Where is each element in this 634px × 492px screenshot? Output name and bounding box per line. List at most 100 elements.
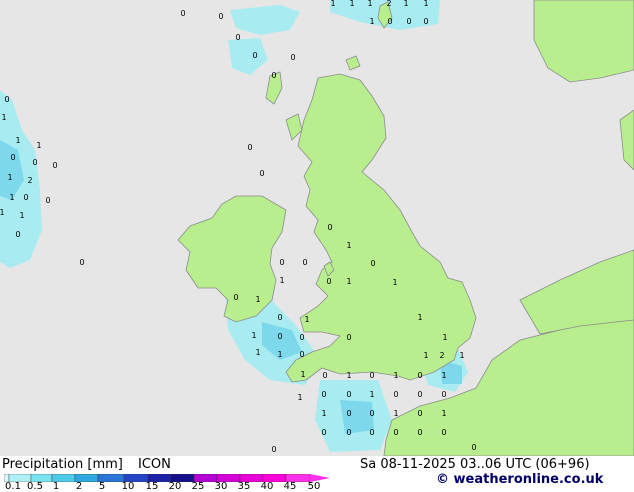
station-value: 1 bbox=[459, 351, 464, 360]
station-value: 1 bbox=[300, 370, 305, 379]
station-value: 0 bbox=[277, 313, 282, 322]
station-value: 0 bbox=[247, 143, 252, 152]
station-value: 1 bbox=[330, 0, 335, 8]
station-value: 1 bbox=[297, 393, 302, 402]
legend-tick-label: 0.1 bbox=[5, 481, 21, 492]
station-value: 0 bbox=[441, 428, 446, 437]
station-value: 1 bbox=[442, 333, 447, 342]
station-value: 0 bbox=[321, 428, 326, 437]
station-value: 0 bbox=[346, 390, 351, 399]
station-value: 0 bbox=[4, 95, 9, 104]
station-value: 0 bbox=[417, 371, 422, 380]
station-value: 0 bbox=[326, 277, 331, 286]
station-value: 1 bbox=[423, 0, 428, 8]
station-value: 1 bbox=[346, 241, 351, 250]
precipitation-label: Precipitation [mm] bbox=[2, 457, 123, 472]
station-value: 1 bbox=[36, 141, 41, 150]
station-value: 0 bbox=[218, 12, 223, 21]
station-value: 0 bbox=[393, 390, 398, 399]
legend-tick-label: 15 bbox=[145, 481, 159, 492]
station-value: 0 bbox=[252, 51, 257, 60]
station-value: 0 bbox=[233, 293, 238, 302]
station-value: 1 bbox=[255, 348, 260, 357]
station-value: 2 bbox=[27, 176, 32, 185]
station-value: 0 bbox=[277, 332, 282, 341]
station-value: 1 bbox=[393, 371, 398, 380]
station-value: 0 bbox=[423, 17, 428, 26]
legend-tick-label: 40 bbox=[260, 481, 274, 492]
station-value: 0 bbox=[23, 193, 28, 202]
station-value: 1 bbox=[349, 0, 354, 8]
station-value: 1 bbox=[369, 17, 374, 26]
station-value: 0 bbox=[327, 223, 332, 232]
station-value: 0 bbox=[321, 390, 326, 399]
station-value: 0 bbox=[180, 9, 185, 18]
station-value: 0 bbox=[370, 259, 375, 268]
station-value: 0 bbox=[346, 428, 351, 437]
station-value: 1 bbox=[304, 315, 309, 324]
station-value: 0 bbox=[271, 71, 276, 80]
station-value: 1 bbox=[19, 211, 24, 220]
station-value: 1 bbox=[441, 409, 446, 418]
station-value: 0 bbox=[79, 258, 84, 267]
station-value: 0 bbox=[279, 258, 284, 267]
station-value: 1 bbox=[251, 331, 256, 340]
legend-tick-label: 45 bbox=[283, 481, 297, 492]
station-value: 1 bbox=[279, 276, 284, 285]
station-value: 0 bbox=[369, 428, 374, 437]
station-value: 2 bbox=[439, 351, 444, 360]
station-value: 1 bbox=[441, 371, 446, 380]
precipitation-map: 1 1 1 2 1 1 0 0 1 0 0 0 0 0 0 0 0 1 1 1 0 0 0 1 2 1 0 0 1 1 0 0 1 0 0 0 0 1 0 1… bbox=[0, 0, 634, 457]
credit-link[interactable]: © weatheronline.co.uk bbox=[436, 472, 603, 487]
station-value: 0 bbox=[45, 196, 50, 205]
station-value: 1 bbox=[1, 113, 6, 122]
station-value: 1 bbox=[0, 208, 5, 217]
station-value: 0 bbox=[387, 17, 392, 26]
station-value: 0 bbox=[346, 409, 351, 418]
station-value: 1 bbox=[417, 313, 422, 322]
station-value: 0 bbox=[393, 428, 398, 437]
station-value: 0 bbox=[441, 390, 446, 399]
legend-tick-label: 5 bbox=[98, 481, 106, 492]
station-value: 0 bbox=[346, 333, 351, 342]
station-value: 1 bbox=[423, 351, 428, 360]
legend-tick-label: 30 bbox=[214, 481, 228, 492]
station-value: 0 bbox=[406, 17, 411, 26]
station-value: 1 bbox=[277, 350, 282, 359]
station-value: 1 bbox=[392, 278, 397, 287]
station-value: 1 bbox=[9, 193, 14, 202]
legend-tick-label: 25 bbox=[191, 481, 205, 492]
forecast-datetime: Sa 08-11-2025 03..06 UTC (06+96) bbox=[360, 457, 590, 472]
station-value: 0 bbox=[299, 333, 304, 342]
legend-tick-label: 20 bbox=[168, 481, 182, 492]
station-value: 0 bbox=[369, 409, 374, 418]
station-value: 0 bbox=[369, 371, 374, 380]
station-value: 1 bbox=[346, 277, 351, 286]
station-value: 0 bbox=[52, 161, 57, 170]
station-value: 1 bbox=[255, 295, 260, 304]
station-value: 0 bbox=[417, 390, 422, 399]
station-value: 1 bbox=[369, 390, 374, 399]
station-value: 0 bbox=[299, 350, 304, 359]
station-value: 0 bbox=[235, 33, 240, 42]
station-value: 2 bbox=[386, 0, 391, 8]
station-value: 1 bbox=[393, 409, 398, 418]
legend-tick-label: 10 bbox=[121, 481, 135, 492]
station-value: 1 bbox=[346, 371, 351, 380]
station-value: 1 bbox=[321, 409, 326, 418]
legend-tick-label: 1 bbox=[52, 481, 60, 492]
station-value: 0 bbox=[15, 230, 20, 239]
station-value: 0 bbox=[471, 443, 476, 452]
model-name: ICON bbox=[138, 457, 171, 472]
legend-tick-label: 0.5 bbox=[27, 481, 43, 492]
legend-tick-label: 2 bbox=[75, 481, 83, 492]
station-value: 0 bbox=[417, 409, 422, 418]
station-value: 0 bbox=[32, 158, 37, 167]
station-value: 0 bbox=[322, 371, 327, 380]
station-value: 0 bbox=[259, 169, 264, 178]
legend-tick-label: 50 bbox=[307, 481, 321, 492]
station-value: 1 bbox=[403, 0, 408, 8]
station-value: 0 bbox=[302, 258, 307, 267]
station-value: 0 bbox=[10, 153, 15, 162]
legend-tick-label: 35 bbox=[237, 481, 251, 492]
